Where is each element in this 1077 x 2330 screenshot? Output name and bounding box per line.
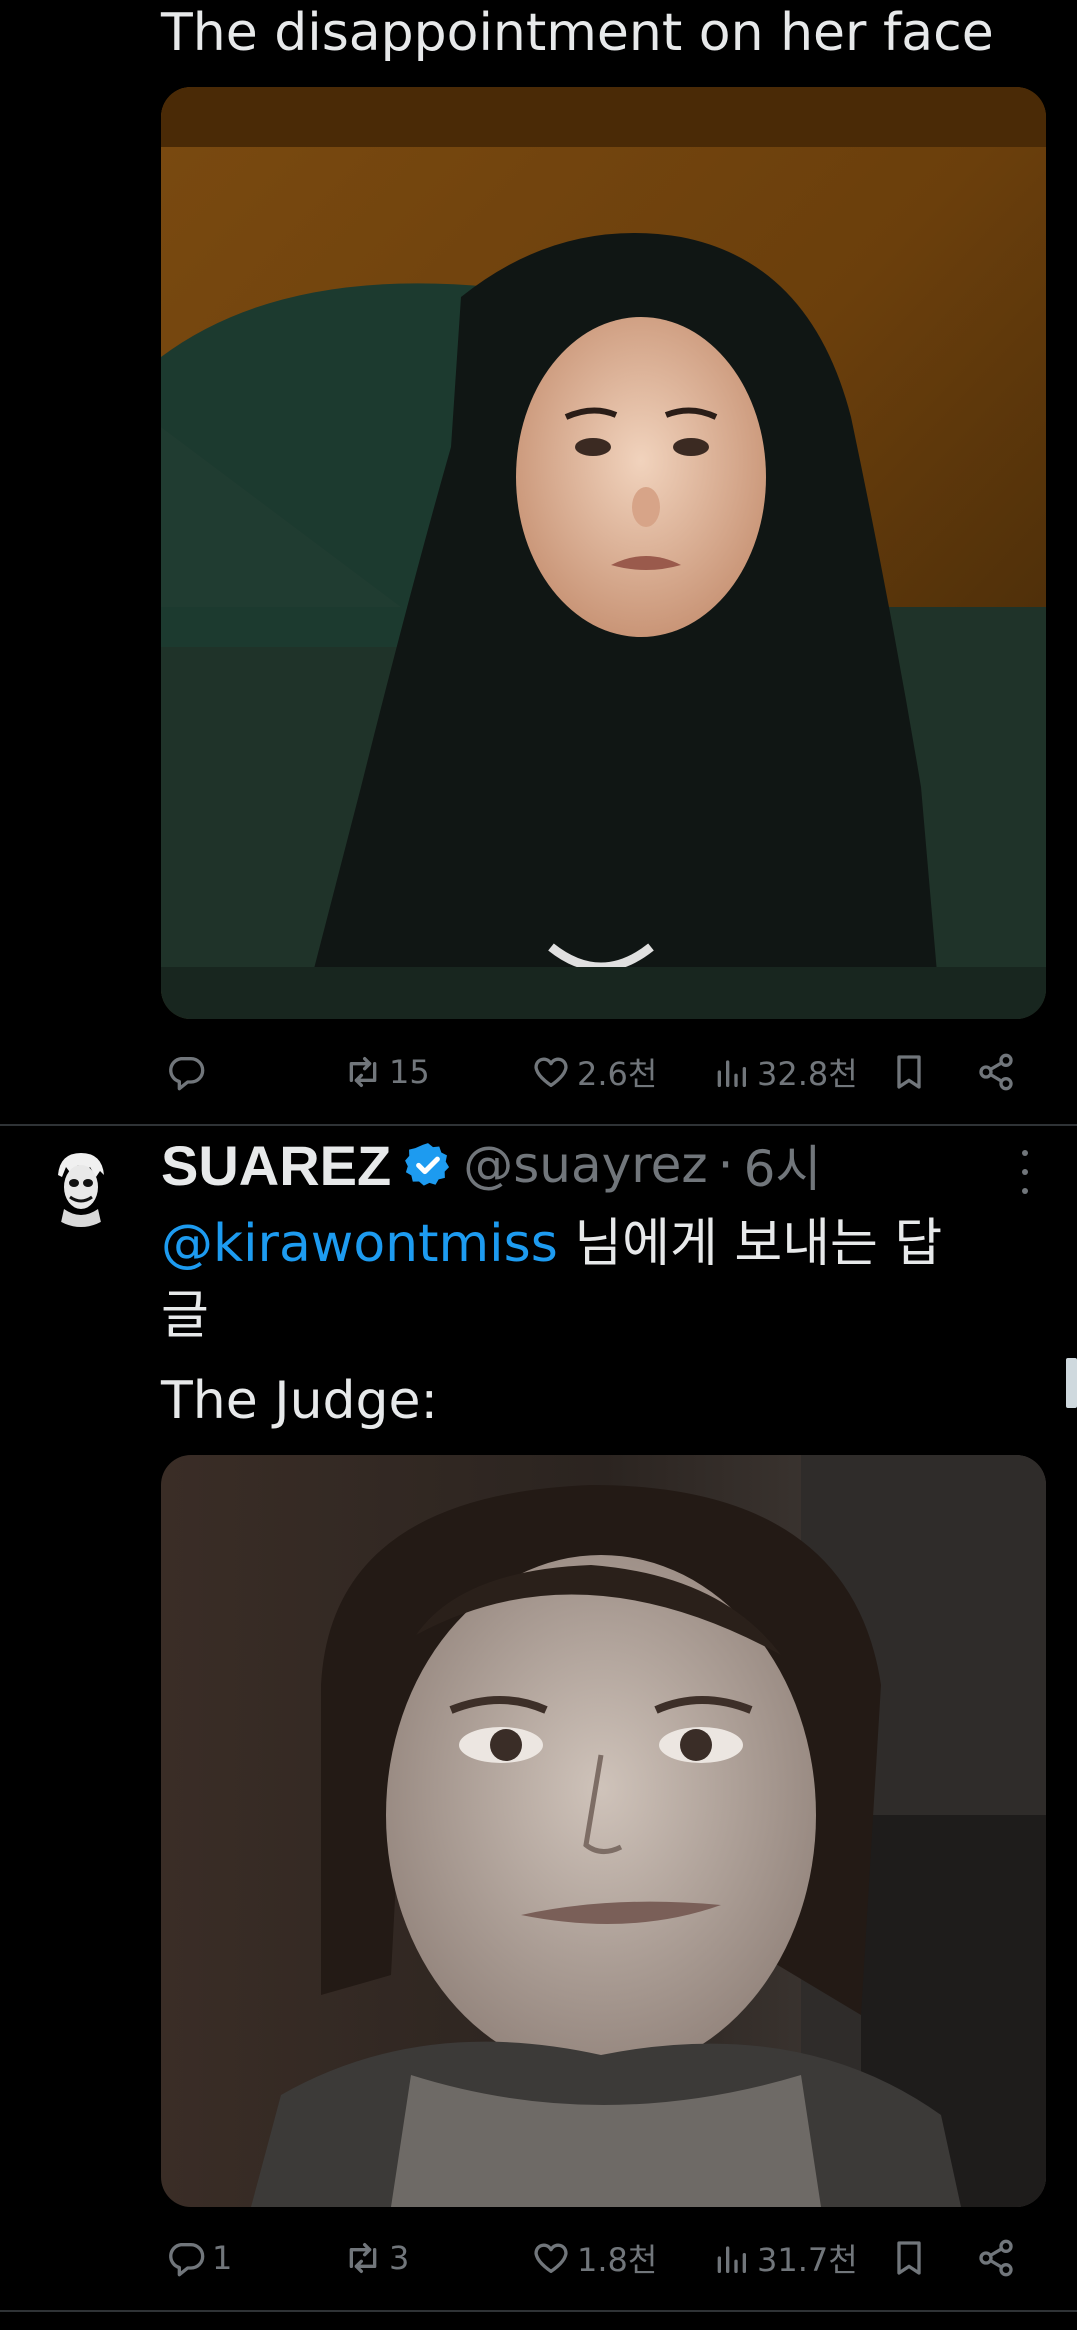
joker-avatar-image [40, 1145, 122, 1227]
share-icon [979, 1053, 1013, 1091]
share-button[interactable] [976, 2228, 1016, 2288]
reply-icon [169, 2243, 205, 2277]
tweet-divider [0, 1124, 1077, 1126]
retweet-button[interactable]: 3 [343, 2228, 409, 2288]
views-icon [717, 1060, 746, 1087]
tweet-image[interactable] [161, 87, 1046, 1019]
scrollbar-thumb[interactable] [1066, 1358, 1077, 1408]
share-icon [979, 2239, 1013, 2277]
bookmark-icon [897, 2241, 921, 2275]
like-icon [534, 2243, 568, 2273]
tweet-text: The disappointment on her face [161, 3, 994, 63]
views-count: 31.7천 [757, 2241, 858, 2279]
tweet1-action-bar: 15 2.6천 32.8천 [161, 1042, 1046, 1102]
reply-icon [169, 1057, 205, 1091]
display-name[interactable]: SUAREZ [161, 1133, 391, 1198]
tweet-image[interactable] [161, 1455, 1046, 2207]
views-icon [717, 2246, 746, 2273]
separator-dot: · [717, 1136, 734, 1194]
tweet2-action-bar: 1 3 1.8천 31.7천 [161, 2228, 1046, 2288]
retweet-icon [349, 2243, 377, 2273]
more-icon[interactable] [1015, 1150, 1035, 1194]
share-button[interactable] [976, 1042, 1016, 1102]
verified-badge-icon [405, 1143, 450, 1186]
avatar[interactable] [40, 1145, 122, 1227]
bookmark-button[interactable] [889, 1042, 929, 1102]
character-photo [161, 1455, 1046, 2207]
retweet-count: 3 [389, 2239, 410, 2277]
like-count: 1.8천 [577, 2241, 658, 2279]
retweet-icon [349, 1057, 377, 1087]
reply-button[interactable]: 1 [166, 2228, 232, 2288]
judge-photo [161, 87, 1046, 1019]
reply-button[interactable] [166, 1042, 212, 1102]
like-count: 2.6천 [577, 1055, 658, 1093]
reply-context: @kirawontmiss 님에게 보내는 답글 [161, 1208, 981, 1352]
views-button[interactable]: 32.8천 [711, 1042, 858, 1102]
retweet-count: 15 [389, 1053, 430, 1091]
like-button[interactable]: 1.8천 [531, 2228, 657, 2288]
retweet-button[interactable]: 15 [343, 1042, 430, 1102]
views-count: 32.8천 [757, 1055, 858, 1093]
bookmark-button[interactable] [889, 2228, 929, 2288]
tweet-header: SUAREZ @suayrez · 6시 [161, 1129, 822, 1201]
like-icon [534, 1057, 568, 1087]
bookmark-icon [897, 1055, 921, 1089]
reply-mention-link[interactable]: @kirawontmiss [161, 1214, 558, 1274]
like-button[interactable]: 2.6천 [531, 1042, 657, 1102]
tweet-divider [0, 2310, 1077, 2312]
views-button[interactable]: 31.7천 [711, 2228, 858, 2288]
reply-count: 1 [212, 2239, 233, 2277]
timestamp[interactable]: 6시 [744, 1129, 822, 1201]
handle[interactable]: @suayrez [463, 1136, 707, 1194]
tweet-text: The Judge: [161, 1371, 439, 1431]
